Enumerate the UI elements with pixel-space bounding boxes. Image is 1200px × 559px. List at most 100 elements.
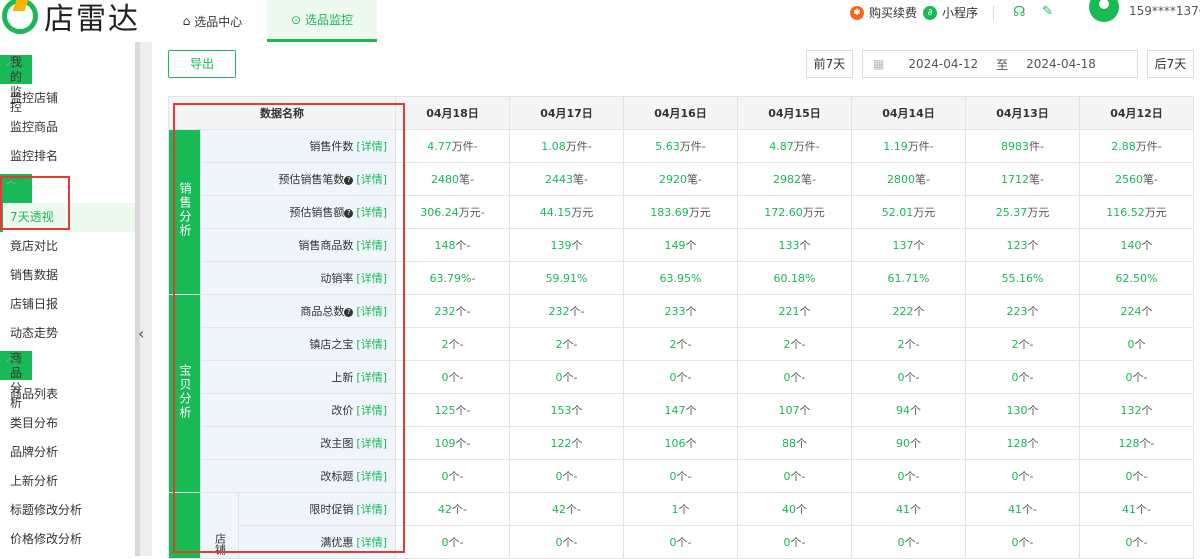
unit: 个 xyxy=(904,536,916,549)
sidebar-item[interactable]: 商品列表 xyxy=(0,380,135,409)
table-row: 预估销售笔数? [详情] 2480笔- 2443笔- 2920笔- 2982笔- 2800笔… xyxy=(169,162,1194,196)
help-icon[interactable]: ? xyxy=(344,176,354,185)
value: 0 xyxy=(555,470,563,483)
metric-name: 限时促销 xyxy=(309,503,354,516)
detail-link[interactable]: [详情] xyxy=(356,503,387,516)
column-header[interactable]: 04月16日 xyxy=(623,96,738,130)
column-header[interactable]: 04月15日 xyxy=(737,96,852,130)
column-header[interactable]: 04月18日 xyxy=(395,96,510,130)
renew-link[interactable]: ✱ 购买续费 xyxy=(850,4,917,21)
prev-7-days-button[interactable]: 前7天 xyxy=(806,50,853,78)
edit-icon[interactable]: ✎ xyxy=(1042,4,1053,19)
detail-link[interactable]: [详情] xyxy=(356,404,387,417)
export-button[interactable]: 导出 xyxy=(168,50,236,78)
sidebar-item[interactable]: 监控排名 xyxy=(0,142,135,171)
value: 2560 xyxy=(1115,173,1143,186)
detail-link[interactable]: [详情] xyxy=(356,338,387,351)
detail-link[interactable]: [详情] xyxy=(356,140,387,153)
sidebar-item-label: 监控店铺 xyxy=(10,91,59,105)
trend: - xyxy=(801,536,806,549)
value: 223 xyxy=(1006,305,1028,318)
sidebar-item[interactable]: 价格修改分析 xyxy=(0,525,135,554)
column-header[interactable]: 04月13日 xyxy=(965,96,1080,130)
trend: - xyxy=(473,140,478,153)
value: 0 xyxy=(669,470,677,483)
unit: 个 xyxy=(1018,470,1030,483)
trend: - xyxy=(687,371,692,384)
value: 139 xyxy=(550,239,572,252)
avatar[interactable] xyxy=(1089,0,1119,22)
trend: - xyxy=(573,470,578,483)
data-cell: 0个- xyxy=(851,459,966,493)
help-icon[interactable]: ? xyxy=(344,308,354,317)
seven-day-table: 数据名称 04月18日 04月17日 04月16日 04月15日 04月14日 04月13日… xyxy=(168,96,1194,559)
miniapp-link[interactable]: ∂ 小程序 xyxy=(923,4,978,21)
sidebar-scrollbar[interactable] xyxy=(135,42,140,556)
unit: 万元 xyxy=(1144,206,1167,219)
detail-link[interactable]: [详情] xyxy=(356,305,387,318)
sidebar-item[interactable]: 品牌分析 xyxy=(0,438,135,467)
column-header[interactable]: 04月17日 xyxy=(509,96,624,130)
detail-link[interactable]: [详情] xyxy=(356,272,387,285)
metric-name: 镇店之宝 xyxy=(309,338,354,351)
data-cell: 0个- xyxy=(1079,459,1194,493)
trend: - xyxy=(1143,536,1148,549)
sidebar-item[interactable]: 监控店铺 xyxy=(0,84,135,113)
detail-link[interactable]: [详情] xyxy=(356,536,387,549)
collapse-sidebar-icon[interactable]: ‹ xyxy=(138,324,144,343)
detail-link[interactable]: [详情] xyxy=(356,239,387,252)
unit: 个 xyxy=(676,470,688,483)
sidebar-item[interactable]: 7天透视 xyxy=(0,203,135,232)
user-name[interactable]: 159****1376 xyxy=(1129,4,1200,18)
unit: 万元 xyxy=(913,206,936,219)
tab-product-center[interactable]: ⌂ 选品中心 xyxy=(160,0,265,42)
sidebar-item[interactable]: 销售数据 xyxy=(0,261,135,290)
table-row: 动销率 [详情] 63.79%- 59.91% 63.95% 60.18% 61.71% 55… xyxy=(169,261,1194,295)
detail-link[interactable]: [详情] xyxy=(356,206,387,219)
value: 0 xyxy=(441,470,449,483)
data-cell: 59.91% xyxy=(509,261,624,295)
renew-icon: ✱ xyxy=(850,5,864,20)
start-date[interactable]: 2024-04-12 xyxy=(908,57,978,71)
column-header[interactable]: 04月14日 xyxy=(851,96,966,130)
detail-link[interactable]: [详情] xyxy=(356,470,387,483)
sidebar-group[interactable]: 店铺分析︿ xyxy=(0,174,32,233)
trend: - xyxy=(812,173,816,186)
unit: 个 xyxy=(569,305,581,318)
column-header[interactable]: 04月12日 xyxy=(1079,96,1194,130)
value: 42 xyxy=(438,503,452,516)
sidebar-item[interactable]: 店铺日报 xyxy=(0,290,135,319)
metric-label: 镇店之宝 [详情] xyxy=(200,327,396,361)
trend: - xyxy=(801,371,806,384)
detail-link[interactable]: [详情] xyxy=(356,173,387,186)
next-7-days-button[interactable]: 后7天 xyxy=(1147,50,1194,78)
sidebar-item[interactable]: 类目分布 xyxy=(0,409,135,438)
table-row: 改价 [详情] 125个- 153个 147个 107个 94个 130个 132个 xyxy=(169,393,1194,427)
end-date[interactable]: 2024-04-18 xyxy=(1026,57,1096,71)
detail-link[interactable]: [详情] xyxy=(356,371,387,384)
sidebar-group[interactable]: 我的监控 ︿ xyxy=(0,55,32,114)
table-row: 改标题 [详情] 0个- 0个- 0个- 0个- 0个- 0个- 0个- xyxy=(169,459,1194,493)
headset-icon[interactable]: ☊ xyxy=(1013,4,1025,20)
sidebar-item[interactable]: 监控商品 xyxy=(0,113,135,142)
sidebar-group[interactable]: 商品分析 ︿ xyxy=(0,351,32,410)
data-cell: 148个- xyxy=(395,228,510,262)
trend: - xyxy=(701,140,706,153)
data-cell: 306.24万元- xyxy=(395,195,510,229)
sidebar-item[interactable]: 竟店对比 xyxy=(0,232,135,261)
help-icon[interactable]: ? xyxy=(344,209,354,218)
value: 1.19 xyxy=(883,140,908,153)
sidebar-item[interactable]: 动态走势 xyxy=(0,319,135,348)
sidebar-item[interactable]: 上新分析 xyxy=(0,467,135,496)
data-cell: 0个- xyxy=(737,525,852,559)
unit: 个 xyxy=(448,536,460,549)
tab-product-monitor[interactable]: ⊙ 选品监控 xyxy=(267,0,377,42)
trend: - xyxy=(463,503,467,516)
unit: 个 xyxy=(904,470,916,483)
detail-link[interactable]: [详情] xyxy=(356,437,387,450)
date-range-picker[interactable]: ▦ 2024-04-12 至 2024-04-18 xyxy=(862,50,1138,78)
metric-name: 销售商品数 xyxy=(298,239,354,252)
sidebar-item[interactable]: 标题修改分析 xyxy=(0,496,135,525)
unit: 个 xyxy=(566,503,577,516)
logo[interactable]: 店雷达 xyxy=(2,0,140,38)
